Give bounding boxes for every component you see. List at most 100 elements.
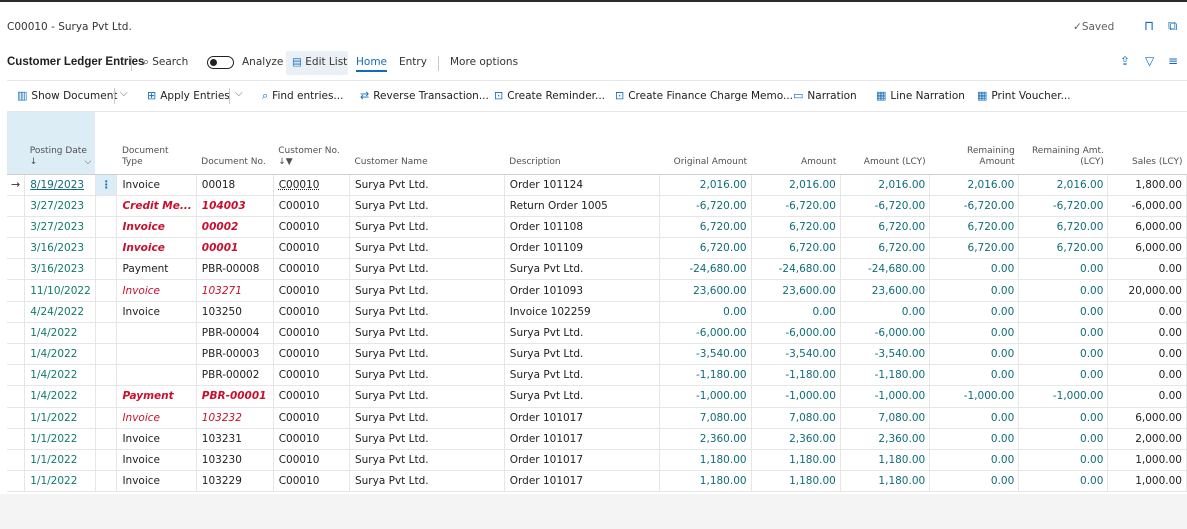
row-menu-icon[interactable]	[95, 343, 118, 366]
row-menu-icon[interactable]	[95, 195, 118, 217]
customer-no-cell[interactable]: C00010	[273, 279, 350, 302]
analyze-toggle[interactable]	[207, 56, 234, 69]
posting-date-cell[interactable]: 1/1/2022	[24, 449, 96, 472]
row-menu-icon[interactable]	[95, 449, 118, 472]
search-button[interactable]: ⌕ Search	[143, 56, 188, 69]
posting-date-cell[interactable]: 8/19/2023	[24, 174, 96, 196]
posting-date-cell[interactable]: 3/27/2023	[24, 195, 96, 217]
document-no-cell[interactable]: 103230	[196, 449, 274, 472]
posting-date-cell[interactable]: 1/4/2022	[24, 322, 96, 345]
document-no-cell[interactable]: PBR-00001	[196, 385, 274, 408]
table-row[interactable]: → 8/19/2023 ⋮ Invoice 00018 C00010 Surya Pvt L…	[7, 174, 1187, 196]
header-description[interactable]: Description	[504, 112, 660, 175]
customer-no-cell[interactable]: C00010	[273, 237, 350, 260]
table-row[interactable]: 3/27/2023 Credit Me... 104003 C00010 Surya P…	[7, 195, 1187, 217]
document-no-cell[interactable]: 103229	[196, 470, 274, 493]
posting-date-cell[interactable]: 3/27/2023	[24, 216, 96, 239]
customer-no-cell[interactable]: C00010	[273, 470, 350, 493]
table-row[interactable]: 1/4/2022 PBR-00003 C00010 Surya Pvt Ltd. Sur…	[7, 343, 1187, 366]
chevron-down-icon[interactable]: ⌵	[120, 88, 128, 99]
row-menu-icon[interactable]	[95, 470, 118, 493]
chevron-down-icon[interactable]: ⌵	[235, 88, 243, 99]
customer-no-cell[interactable]: C00010	[273, 407, 350, 429]
row-menu-icon[interactable]	[95, 407, 118, 429]
table-row[interactable]: 4/24/2022 Invoice 103250 C00010 Surya Pvt Lt…	[7, 301, 1187, 323]
posting-date-cell[interactable]: 1/1/2022	[24, 407, 96, 429]
row-menu-icon[interactable]	[95, 237, 118, 260]
header-amount[interactable]: Amount	[751, 112, 841, 175]
posting-date-cell[interactable]: 3/16/2023	[24, 258, 96, 281]
customer-no-cell[interactable]: C00010	[273, 174, 350, 196]
create-finance-charge-memo-button[interactable]: ⊡ Create Finance Charge Memo...	[615, 89, 793, 102]
posting-date-cell[interactable]: 1/4/2022	[24, 343, 96, 366]
document-no-cell[interactable]: 104003	[196, 195, 274, 217]
header-document-no[interactable]: Document No.	[196, 112, 274, 175]
table-row[interactable]: 1/1/2022 Invoice 103229 C00010 Surya Pvt Ltd…	[7, 470, 1187, 493]
posting-date-cell[interactable]: 3/16/2023	[24, 237, 96, 260]
customer-no-cell[interactable]: C00010	[273, 216, 350, 239]
document-no-cell[interactable]: 00018	[196, 174, 274, 196]
row-menu-icon[interactable]	[95, 258, 118, 281]
customer-no-cell[interactable]: C00010	[273, 343, 350, 366]
table-row[interactable]: 1/4/2022 PBR-00004 C00010 Surya Pvt Ltd. Sur…	[7, 322, 1187, 345]
document-no-cell[interactable]: PBR-00002	[196, 364, 274, 387]
customer-no-cell[interactable]: C00010	[273, 428, 350, 450]
row-menu-icon[interactable]	[95, 279, 118, 302]
chevron-down-icon[interactable]: ⌵	[84, 157, 91, 168]
table-row[interactable]: 3/16/2023 Invoice 00001 C00010 Surya Pvt Ltd…	[7, 237, 1187, 260]
more-options-button[interactable]: More options	[450, 56, 518, 68]
table-row[interactable]: 1/1/2022 Invoice 103232 C00010 Surya Pvt Ltd…	[7, 407, 1187, 429]
posting-date-cell[interactable]: 1/4/2022	[24, 385, 96, 408]
table-row[interactable]: 1/4/2022 Payment PBR-00001 C00010 Surya Pvt …	[7, 385, 1187, 408]
customer-no-cell[interactable]: C00010	[273, 258, 350, 281]
posting-date-cell[interactable]: 1/1/2022	[24, 470, 96, 493]
filter-icon[interactable]: ▽	[1145, 54, 1154, 68]
create-reminder-button[interactable]: ⊡ Create Reminder...	[494, 89, 605, 102]
header-sales-lcy[interactable]: Sales (LCY)	[1107, 112, 1187, 175]
posting-date-cell[interactable]: 1/1/2022	[24, 428, 96, 450]
header-remaining-amount[interactable]: Remaining Amount	[929, 112, 1019, 175]
row-menu-icon[interactable]	[95, 322, 118, 345]
row-menu-icon[interactable]	[95, 216, 118, 239]
customer-no-cell[interactable]: C00010	[273, 195, 350, 217]
table-row[interactable]: 3/27/2023 Invoice 00002 C00010 Surya Pvt Ltd…	[7, 216, 1187, 239]
document-no-cell[interactable]: 103250	[196, 301, 274, 323]
narration-button[interactable]: ▭ Narration	[793, 89, 857, 102]
posting-date-cell[interactable]: 1/4/2022	[24, 364, 96, 387]
show-document-button[interactable]: ▥ Show Document	[17, 89, 117, 102]
open-new-window-icon[interactable]: ⧉	[1168, 19, 1177, 34]
document-no-cell[interactable]: PBR-00008	[196, 258, 274, 281]
row-menu-icon[interactable]	[95, 428, 118, 450]
table-row[interactable]: 1/1/2022 Invoice 103230 C00010 Surya Pvt Ltd…	[7, 449, 1187, 472]
customer-no-cell[interactable]: C00010	[273, 449, 350, 472]
find-entries-button[interactable]: ⌕ Find entries...	[262, 89, 343, 103]
customer-no-cell[interactable]: C00010	[273, 322, 350, 345]
table-row[interactable]: 1/1/2022 Invoice 103231 C00010 Surya Pvt Ltd…	[7, 428, 1187, 450]
apply-entries-button[interactable]: ⊞ Apply Entries	[147, 89, 230, 102]
table-row[interactable]: 1/4/2022 PBR-00002 C00010 Surya Pvt Ltd. Sur…	[7, 364, 1187, 387]
row-menu-icon[interactable]: ⋮	[95, 174, 118, 196]
document-no-cell[interactable]: 103231	[196, 428, 274, 450]
row-menu-icon[interactable]	[95, 385, 118, 408]
header-customer-name[interactable]: Customer Name	[349, 112, 505, 175]
share-icon[interactable]: ⇪	[1120, 54, 1130, 68]
header-customer-no[interactable]: Customer No. ↓▼	[273, 112, 350, 175]
print-voucher-button[interactable]: ▦ Print Voucher...	[977, 89, 1071, 102]
table-row[interactable]: 11/10/2022 Invoice 103271 C00010 Surya Pvt L…	[7, 279, 1187, 302]
document-no-cell[interactable]: 103232	[196, 407, 274, 429]
header-document-type[interactable]: Document Type	[116, 112, 197, 175]
document-no-cell[interactable]: 00002	[196, 216, 274, 239]
header-original-amount[interactable]: Original Amount	[659, 112, 752, 175]
document-no-cell[interactable]: 103271	[196, 279, 274, 302]
table-row[interactable]: 3/16/2023 Payment PBR-00008 C00010 Surya Pvt…	[7, 258, 1187, 281]
edit-list-button[interactable]: ▤ Edit List	[292, 56, 347, 68]
reverse-transaction-button[interactable]: ⇄ Reverse Transaction...	[360, 89, 489, 102]
line-narration-button[interactable]: ▦ Line Narration	[876, 89, 965, 102]
row-menu-icon[interactable]	[95, 301, 118, 323]
customer-no-cell[interactable]: C00010	[273, 364, 350, 387]
row-menu-icon[interactable]	[95, 364, 118, 387]
tab-home[interactable]: Home	[356, 56, 388, 72]
header-posting-date[interactable]: Posting Date ↓ ⌵	[24, 112, 96, 175]
customer-no-cell[interactable]: C00010	[273, 301, 350, 323]
document-no-cell[interactable]: 00001	[196, 237, 274, 260]
